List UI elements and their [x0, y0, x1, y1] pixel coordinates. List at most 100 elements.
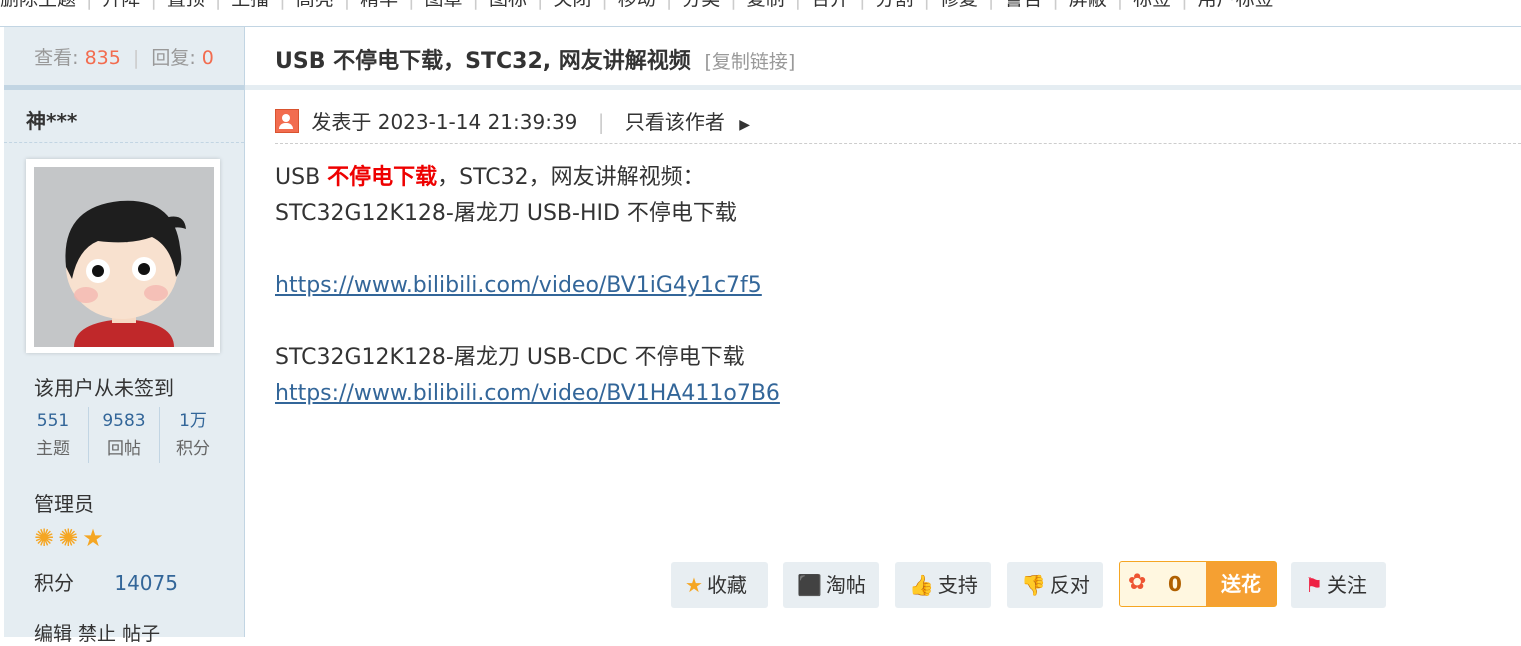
replies-stat[interactable]: 9583 回帖: [88, 407, 160, 463]
moderation-nav-item[interactable]: 警告: [1004, 0, 1042, 10]
post-meta: 发表于 2023-1-14 21:39:39 | 只看该作者 ▶: [275, 106, 750, 135]
post-text: ，STC32，网友讲解视频：: [437, 165, 705, 190]
nav-divider: |: [1117, 0, 1123, 10]
moderation-nav-item[interactable]: 标签: [1133, 0, 1171, 10]
post-line: USB 不停电下载，STC32，网友讲解视频：: [275, 160, 780, 196]
post-line: STC32G12K128-屠龙刀 USB-CDC 不停电下载: [275, 345, 745, 370]
views-count: 835: [84, 47, 121, 69]
nav-divider: |: [215, 0, 221, 10]
posts-count: 9583: [102, 411, 146, 431]
send-flower-button[interactable]: 送花: [1206, 562, 1276, 606]
avatar-image: [34, 167, 214, 347]
nav-divider: |: [988, 0, 994, 10]
thread-header: USB 不停电下载，STC32, 网友讲解视频 [复制链接]: [245, 27, 1521, 90]
favorite-label: 收藏: [706, 573, 747, 597]
moderation-nav-item[interactable]: 移动: [618, 0, 656, 10]
post-text: USB: [275, 165, 328, 190]
user-icon: [275, 109, 299, 133]
follow-label: 关注: [1326, 573, 1367, 597]
moderation-nav-item[interactable]: 上播: [231, 0, 269, 10]
credits-count: 1万: [179, 411, 207, 431]
thumbs-down-icon: 👎: [1021, 573, 1046, 597]
oppose-label: 反对: [1049, 573, 1090, 597]
download-box-icon: ⬛: [797, 573, 822, 597]
nav-divider: |: [730, 0, 736, 10]
posted-time: 2023-1-14 21:39:39: [377, 110, 578, 134]
credits-stat[interactable]: 1万 积分: [158, 407, 228, 463]
moderation-nav-item[interactable]: 升降: [102, 0, 140, 10]
moderation-nav-item[interactable]: 图章: [425, 0, 463, 10]
nav-divider: |: [666, 0, 672, 10]
moderation-links[interactable]: 编辑 禁止 帖子: [34, 619, 160, 646]
avatar[interactable]: [26, 159, 220, 353]
taotie-label: 淘帖: [825, 573, 866, 597]
moderation-nav-item[interactable]: 删除主题: [0, 0, 76, 10]
nav-divider: |: [795, 0, 801, 10]
post-body: USB 不停电下载，STC32，网友讲解视频： STC32G12K128-屠龙刀…: [275, 160, 780, 412]
moderation-nav-item[interactable]: 分割: [875, 0, 913, 10]
post-line: STC32G12K128-屠龙刀 USB-HID 不停电下载: [275, 201, 737, 226]
moderation-nav-item[interactable]: 置顶: [167, 0, 205, 10]
moderation-nav-item[interactable]: 精华: [360, 0, 398, 10]
only-author-link[interactable]: 只看该作者: [625, 110, 725, 134]
support-label: 支持: [937, 573, 978, 597]
star-icon: ★: [82, 524, 108, 552]
moderation-nav-item[interactable]: 合并: [811, 0, 849, 10]
moderation-nav-item[interactable]: 屏蔽: [1069, 0, 1107, 10]
nav-divider: |: [1181, 0, 1187, 10]
moderation-nav-item[interactable]: 关闭: [553, 0, 591, 10]
favorite-button[interactable]: ★ 收藏: [671, 562, 768, 608]
star-icon: ★: [685, 573, 703, 597]
nav-divider: |: [537, 0, 543, 10]
meta-divider: |: [597, 110, 605, 134]
thread-title-text: USB 不停电下载，STC32, 网友讲解视频: [275, 49, 691, 74]
topics-stat[interactable]: 551 主题: [18, 407, 88, 463]
video-link[interactable]: https://www.bilibili.com/video/BV1HA411o…: [275, 381, 780, 406]
flower-icon: ✿: [1128, 570, 1147, 595]
nav-divider: |: [1052, 0, 1058, 10]
points-label: 积分: [34, 571, 74, 595]
nav-divider: |: [601, 0, 607, 10]
nav-divider: |: [86, 0, 92, 10]
highlight-text: 不停电下载: [327, 165, 438, 190]
replies-count: 0: [201, 47, 214, 69]
caret-right-icon: ▶: [739, 117, 751, 133]
rank-stars: ✺✺★: [34, 524, 108, 552]
moderation-toolbar: 删除主题 | 升降 | 置顶 | 上播 | 高亮 | 精华 | 图章 | 图标 | 关闭 | 移动 | 分类 | 复制 | 合并…: [0, 0, 1521, 10]
author-name[interactable]: 神***: [26, 105, 77, 134]
stats-divider: |: [132, 47, 140, 69]
video-link[interactable]: https://www.bilibili.com/video/BV1iG4y1c…: [275, 273, 762, 298]
copy-link-button[interactable]: [复制链接]: [704, 51, 795, 73]
author-sidebar: 查看: 835 | 回复: 0 神*** 该用户从未签到 551 主题 9583…: [4, 27, 245, 645]
nav-divider: |: [279, 0, 285, 10]
moderation-nav-item[interactable]: 用户标签: [1198, 0, 1274, 10]
topics-count: 551: [36, 411, 70, 431]
nav-divider: |: [408, 0, 414, 10]
taotie-button[interactable]: ⬛ 淘帖: [783, 562, 879, 608]
moderation-nav-item[interactable]: 修复: [940, 0, 978, 10]
moderation-nav-item[interactable]: 分类: [682, 0, 720, 10]
flower-widget: ✿ 0 送花: [1119, 561, 1277, 607]
sun-icon: ✺: [58, 524, 83, 552]
views-label: 查看:: [34, 47, 79, 69]
follow-button[interactable]: ⚑ 关注: [1291, 562, 1386, 608]
moderation-nav-item[interactable]: 图标: [489, 0, 527, 10]
posts-label: 回帖: [107, 439, 141, 459]
points-value: 14075: [114, 571, 178, 595]
moderation-nav-item[interactable]: 复制: [747, 0, 785, 10]
divider: [4, 142, 244, 143]
oppose-button[interactable]: 👎 反对: [1007, 562, 1103, 608]
thread-title: USB 不停电下载，STC32, 网友讲解视频 [复制链接]: [275, 43, 795, 75]
author-points: 积分 14075: [34, 567, 178, 596]
moderation-nav-item[interactable]: 高亮: [296, 0, 334, 10]
sun-icon: ✺: [34, 524, 59, 552]
posted-prefix: 发表于: [311, 110, 372, 134]
nav-divider: |: [924, 0, 930, 10]
user-role[interactable]: 管理员: [34, 488, 94, 517]
replies-label: 回复:: [151, 47, 196, 69]
support-button[interactable]: 👍 支持: [895, 562, 991, 608]
author-counts: 551 主题 9583 回帖 1万 积分: [18, 407, 228, 463]
flag-icon: ⚑: [1305, 573, 1323, 597]
signin-status: 该用户从未签到: [34, 376, 174, 400]
